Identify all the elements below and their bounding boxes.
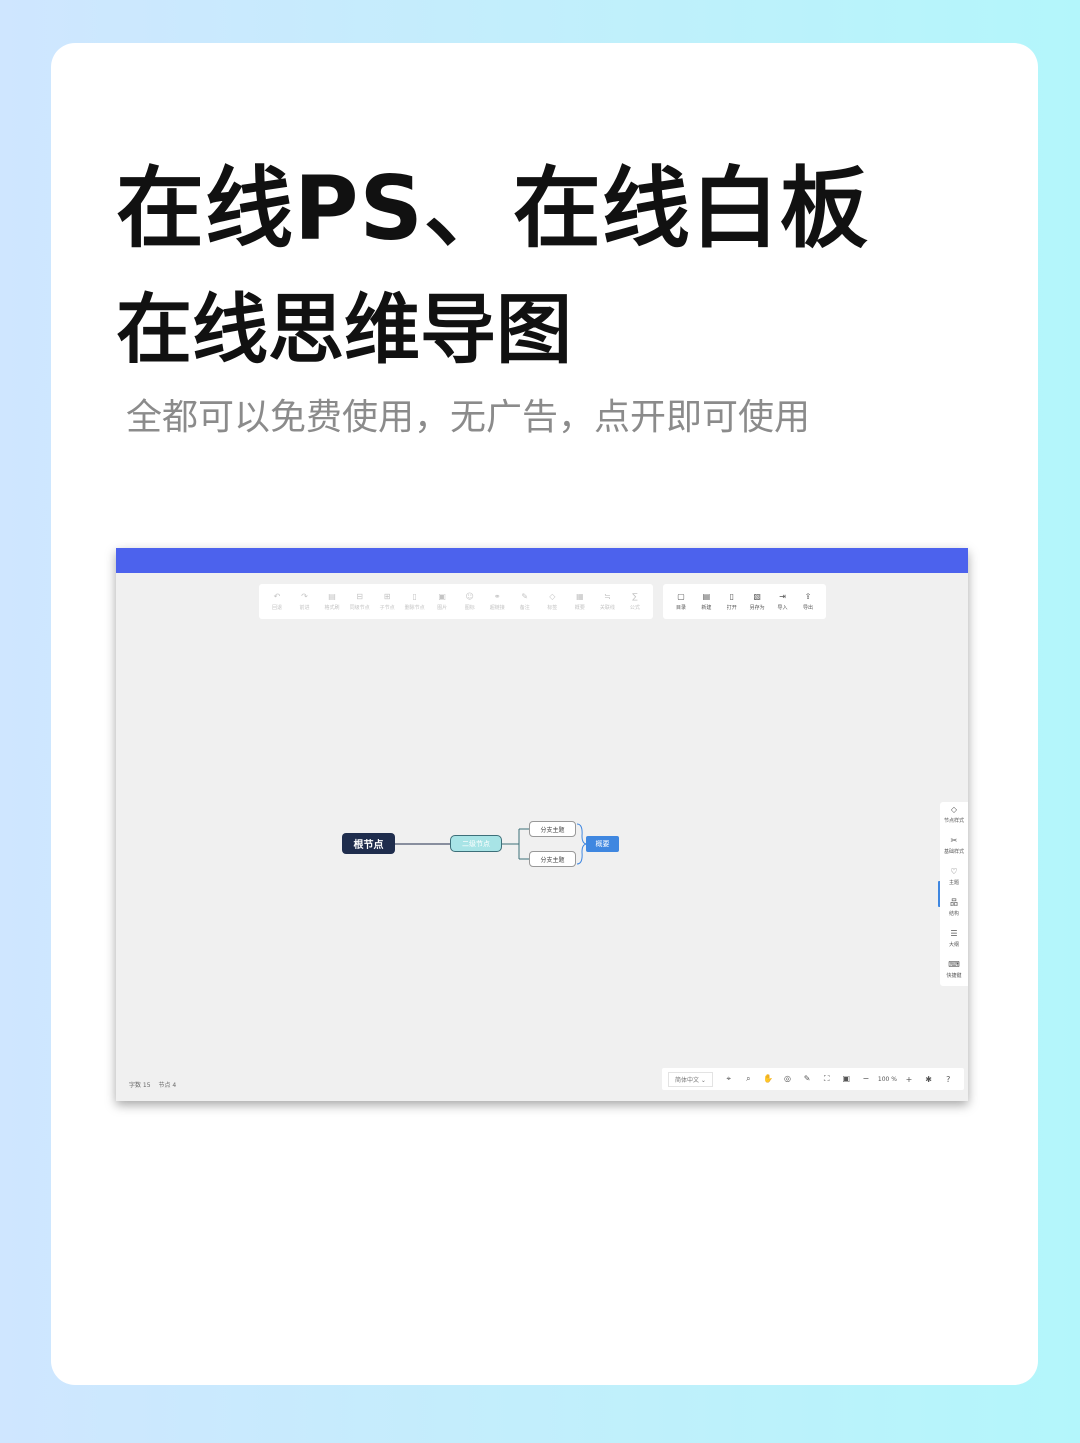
zoom-out-icon[interactable]: − [856,1074,876,1084]
node-count: 节点 4 [158,1082,177,1089]
branch-connector [502,828,529,860]
shortcut-tab[interactable]: ⌨ 快捷键 [940,957,968,988]
hand-icon[interactable]: ✋ [758,1074,778,1084]
branch-node-1[interactable]: 分支主题 [529,821,576,837]
structure-tab[interactable]: 品结构 [940,895,968,926]
zoom-in-icon[interactable]: + [899,1075,919,1084]
theme-toggle-icon[interactable]: ✱ [919,1075,939,1084]
shortcut-icon: ⌨ [948,960,960,969]
tool-label: 主题 [948,880,959,886]
theme-tab[interactable]: ♡ 主题 [940,864,968,895]
tool-label: 节点样式 [943,818,964,824]
navigator-icon[interactable]: ⌖ [719,1074,739,1084]
tool-label: 大纲 [948,942,959,948]
base-style-tab[interactable]: ✂ 基础样式 [940,833,968,864]
locate-icon[interactable]: ◎ [778,1074,798,1084]
search-icon[interactable]: ⌕ [739,1074,759,1084]
headline-line-2: 在线思维导图 [116,285,572,374]
fit-screen-icon[interactable]: ⛶ [817,1074,837,1084]
root-node[interactable]: 根节点 [342,833,395,854]
subtitle: 全都可以免费使用，无广告，点开即可使用 [126,397,811,438]
bottom-toolbar: 简体中文 ⌄ ⌖ ⌕ ✋ ◎ ✎ ⛶ ▣ − 100 % + ✱? [662,1068,964,1090]
app-screenshot: ↶ 回退 ↷ 前进 ▤ 格式刷 ⊟ 同级节点 ⊞ 子节点 ▯ 删除节点 ▣ 图片 ☺ 图标 ⚭ 超链接 ✎ 备注 ◇ 标签… [116,548,968,1101]
summary-node[interactable]: 概要 [586,836,619,852]
tool-label: 快捷键 [946,973,962,979]
outline-icon: ☰ [950,929,958,938]
word-count: 字数 15 [129,1082,151,1089]
structure-icon: 品 [950,898,958,907]
node-style-icon: ◇ [950,805,958,814]
tool-label: 基础样式 [943,849,964,855]
theme-icon: ♡ [950,867,958,876]
edit-icon[interactable]: ✎ [797,1074,817,1084]
tool-label: 结构 [948,911,959,917]
status-bar: 字数 15 节点 4 [129,1080,182,1089]
fullscreen-icon[interactable]: ▣ [837,1074,857,1084]
zoom-level: 100 % [877,1075,897,1083]
language-select[interactable]: 简体中文 ⌄ [668,1071,713,1087]
help-icon[interactable]: ? [938,1075,958,1084]
node-style-tab[interactable]: ◇ 节点样式 [940,802,968,833]
headline-line-1: 在线PS、在线白板 [116,157,869,260]
base-style-icon: ✂ [950,836,958,845]
second-level-node[interactable]: 二级节点 [450,835,502,852]
outline-tab[interactable]: ☰ 大纲 [940,926,968,957]
right-sidebar: ◇ 节点样式 ✂ 基础样式 ♡ 主题品结构 ☰ 大纲 ⌨ 快捷键 [940,802,968,986]
branch-node-2[interactable]: 分支主题 [529,851,576,867]
